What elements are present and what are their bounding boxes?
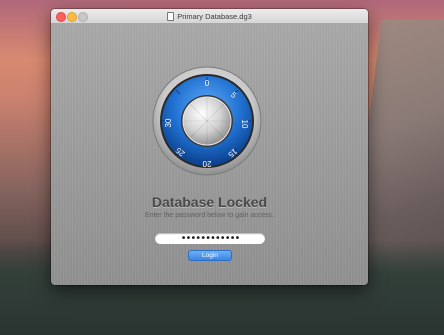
dial-number-20: 20 [202,159,211,168]
password-input[interactable] [155,233,265,244]
dial-number-30: 30 [164,118,173,127]
combination-lock-icon: 0 5 10 15 20 25 30 [152,66,262,176]
locked-instructions: Enter the password below to gain access. [144,212,275,219]
window-title: Primary Database.dg3 [177,11,252,21]
document-icon [167,11,175,21]
dial-number-10: 10 [240,120,249,129]
locked-heading: Database Locked [151,194,268,210]
window-titlebar[interactable]: Primary Database.dg3 [51,9,368,24]
app-window: Primary Database.dg3 0 5 10 15 20 25 30 … [51,9,368,285]
dial-number-0: 0 [205,79,210,88]
window-title-group: Primary Database.dg3 [51,9,368,23]
login-button[interactable]: Login [188,250,232,261]
